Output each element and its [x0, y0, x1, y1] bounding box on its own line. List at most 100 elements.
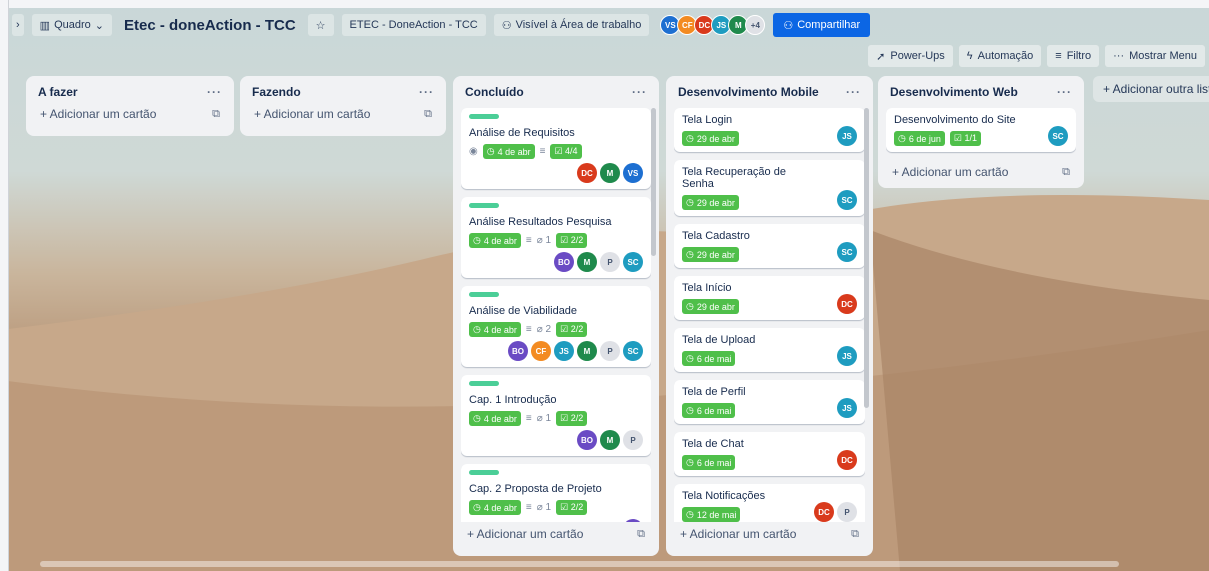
- more-icon[interactable]: ···: [1057, 85, 1072, 99]
- member-avatar[interactable]: DC: [577, 163, 597, 183]
- due-date-badge[interactable]: ◷ 6 de jun: [894, 131, 945, 146]
- due-date-badge[interactable]: ◷ 29 de abr: [682, 131, 739, 146]
- due-date-badge[interactable]: ◷ 4 de abr: [469, 233, 521, 248]
- due-date-badge[interactable]: ◷ 4 de abr: [469, 322, 521, 337]
- member-avatar[interactable]: DC: [814, 502, 834, 522]
- card[interactable]: Tela de Perfil ◷ 6 de mai JS: [674, 380, 865, 424]
- card[interactable]: Análise de Viabilidade ◷ 4 de abr ≡ ⌀ 2 ☑ 2/2…: [461, 286, 651, 367]
- card[interactable]: Tela Notificações ◷ 12 de mai DC P: [674, 484, 865, 522]
- board-horizontal-scrollbar[interactable]: [40, 561, 1119, 567]
- member-avatar[interactable]: JS: [837, 126, 857, 146]
- share-button[interactable]: ⚇ Compartilhar: [773, 13, 871, 37]
- star-button[interactable]: ☆: [307, 14, 334, 36]
- add-card-button[interactable]: + Adicionar um cartão ⧉: [34, 102, 226, 126]
- view-switcher[interactable]: ▥ Quadro ⌄: [31, 14, 112, 36]
- card-label[interactable]: [469, 292, 499, 297]
- member-avatar[interactable]: P: [623, 430, 643, 450]
- member-avatar[interactable]: M: [577, 252, 597, 272]
- board-title[interactable]: Etec - doneAction - TCC: [120, 17, 300, 34]
- list-title[interactable]: A fazer: [38, 85, 78, 99]
- due-date-badge[interactable]: ◷ 29 de abr: [682, 195, 739, 210]
- due-date-badge[interactable]: ◷ 4 de abr: [482, 144, 535, 159]
- member-avatar[interactable]: JS: [837, 398, 857, 418]
- template-icon[interactable]: ⧉: [637, 528, 645, 541]
- card[interactable]: Cap. 1 Introdução ◷ 4 de abr ≡ ⌀ 1 ☑ 2/2 BO M P: [461, 375, 651, 456]
- member-avatar[interactable]: SC: [837, 242, 857, 262]
- member-avatar[interactable]: JS: [554, 341, 574, 361]
- add-card-button[interactable]: + Adicionar um cartão ⧉: [674, 522, 865, 546]
- automation-button[interactable]: ϟ Automação: [958, 45, 1042, 67]
- due-date-badge[interactable]: ◷ 4 de abr: [469, 500, 521, 515]
- list-scrollbar[interactable]: [651, 108, 656, 256]
- card[interactable]: Tela Recuperação de Senha ◷ 29 de abr SC: [674, 160, 865, 216]
- due-date-badge[interactable]: ◷ 4 de abr: [469, 411, 521, 426]
- card-members: BO M P SC: [469, 252, 643, 272]
- due-date-badge[interactable]: ◷ 29 de abr: [682, 247, 739, 262]
- member-avatar[interactable]: VS: [623, 163, 643, 183]
- add-card-button[interactable]: + Adicionar um cartão ⧉: [461, 522, 651, 546]
- member-avatar[interactable]: SC: [1048, 126, 1068, 146]
- due-date-badge[interactable]: ◷ 6 de mai: [682, 403, 736, 418]
- more-icon[interactable]: ···: [207, 85, 222, 99]
- template-icon[interactable]: ⧉: [1062, 166, 1070, 179]
- more-icon[interactable]: ···: [419, 85, 434, 99]
- list-title[interactable]: Concluído: [465, 85, 524, 99]
- add-card-button[interactable]: + Adicionar um cartão ⧉: [248, 102, 438, 126]
- filter-button[interactable]: ≡ Filtro: [1047, 45, 1100, 67]
- list-title[interactable]: Desenvolvimento Mobile: [678, 85, 819, 99]
- card[interactable]: Desenvolvimento do Site ◷ 6 de jun ☑ 1/1 SC: [886, 108, 1076, 152]
- member-avatar[interactable]: CF: [531, 341, 551, 361]
- collapse-sidebar-button[interactable]: ›: [12, 14, 24, 36]
- due-date-badge[interactable]: ◷ 6 de mai: [682, 351, 736, 366]
- card[interactable]: Tela Início ◷ 29 de abr DC: [674, 276, 865, 320]
- card-label[interactable]: [469, 203, 499, 208]
- powerups-button[interactable]: ➚ Power-Ups: [868, 45, 953, 67]
- card[interactable]: Tela Login ◷ 29 de abr JS: [674, 108, 865, 152]
- add-card-button[interactable]: + Adicionar um cartão ⧉: [886, 160, 1076, 184]
- card[interactable]: Tela Cadastro ◷ 29 de abr SC: [674, 224, 865, 268]
- card-label[interactable]: [469, 114, 499, 119]
- member-avatar[interactable]: M: [600, 430, 620, 450]
- more-members-badge[interactable]: +4: [745, 15, 766, 35]
- list-scrollbar[interactable]: [864, 108, 869, 408]
- member-avatar[interactable]: SC: [623, 341, 643, 361]
- more-icon[interactable]: ···: [632, 85, 647, 99]
- template-icon[interactable]: ⧉: [424, 108, 432, 121]
- card[interactable]: Análise de Requisitos ◉ ◷ 4 de abr ≡ ☑ 4/4 DC M…: [461, 108, 651, 189]
- member-avatar[interactable]: M: [577, 341, 597, 361]
- visibility-button[interactable]: ⚇ Visível à Área de trabalho: [493, 14, 650, 36]
- member-avatar[interactable]: M: [600, 163, 620, 183]
- member-avatar[interactable]: BO: [577, 430, 597, 450]
- member-avatar[interactable]: SC: [837, 190, 857, 210]
- card-title: Tela Cadastro: [682, 230, 750, 242]
- list-title[interactable]: Desenvolvimento Web: [890, 85, 1018, 99]
- member-avatar[interactable]: P: [600, 252, 620, 272]
- show-menu-button[interactable]: ··· Mostrar Menu: [1105, 45, 1205, 67]
- due-date-badge[interactable]: ◷ 6 de mai: [682, 455, 736, 470]
- member-avatar[interactable]: SC: [623, 252, 643, 272]
- due-date-badge[interactable]: ◷ 29 de abr: [682, 299, 739, 314]
- card[interactable]: Tela de Chat ◷ 6 de mai DC: [674, 432, 865, 476]
- card[interactable]: Cap. 2 Proposta de Projeto ◷ 4 de abr ≡ ⌀ 1 ☑…: [461, 464, 651, 522]
- list-title[interactable]: Fazendo: [252, 85, 301, 99]
- member-avatar[interactable]: DC: [837, 294, 857, 314]
- member-avatar[interactable]: P: [600, 341, 620, 361]
- template-icon[interactable]: ⧉: [212, 108, 220, 121]
- template-icon[interactable]: ⧉: [851, 528, 859, 541]
- powerups-label: Power-Ups: [890, 50, 945, 62]
- member-avatars[interactable]: VS CF DC JS M +4: [660, 15, 766, 35]
- card-label[interactable]: [469, 470, 499, 475]
- due-date-badge[interactable]: ◷ 12 de mai: [682, 507, 741, 522]
- member-avatar[interactable]: BO: [554, 252, 574, 272]
- member-avatar[interactable]: BO: [508, 341, 528, 361]
- member-avatar[interactable]: DC: [837, 450, 857, 470]
- card[interactable]: Tela de Upload ◷ 6 de mai JS: [674, 328, 865, 372]
- member-avatar[interactable]: BO: [623, 519, 643, 522]
- workspace-button[interactable]: ETEC - DoneAction - TCC: [341, 14, 486, 36]
- member-avatar[interactable]: P: [837, 502, 857, 522]
- card-label[interactable]: [469, 381, 499, 386]
- add-list-button[interactable]: + Adicionar outra lista: [1093, 76, 1209, 102]
- more-icon[interactable]: ···: [846, 85, 861, 99]
- card[interactable]: Análise Resultados Pesquisa ◷ 4 de abr ≡ ⌀ 1…: [461, 197, 651, 278]
- member-avatar[interactable]: JS: [837, 346, 857, 366]
